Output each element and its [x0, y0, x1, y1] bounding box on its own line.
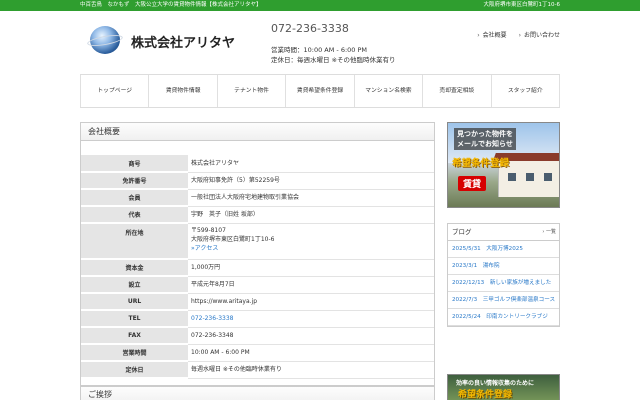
table-row: 設立 平成元年8月7日	[81, 276, 434, 294]
company-table: 商号 株式会社アリタヤ 免許番号 大阪府知事免許（5）第52259号 会員 一般社団法…	[81, 155, 434, 379]
greeting-title: ご挨拶	[80, 386, 435, 400]
company-box: 会社概要 商号 株式会社アリタヤ 免許番号 大阪府知事免許（5）第52259号 会員…	[80, 122, 435, 386]
table-row: FAX 072-236-3348	[81, 327, 434, 345]
tel-link[interactable]: 072-236-3338	[191, 315, 234, 322]
table-row: 資本金 1,000万円	[81, 259, 434, 277]
banner-tag: 賃貸	[458, 176, 487, 191]
register-banner-2[interactable]: 効率の良い情報収集のために 希望条件登録	[447, 374, 560, 400]
nav-register[interactable]: 賃貸希望条件登録	[286, 75, 355, 107]
table-row: URL https://www.aritaya.jp	[81, 293, 434, 311]
holiday: 定休日：毎週水曜日 ※その他臨時休業有り	[271, 56, 396, 64]
nav-sale[interactable]: 売却査定相談	[423, 75, 492, 107]
blog-widget: ブログ › 一覧 2025/5/31 大阪万博2025 2023/3/1 湯布院…	[447, 223, 560, 327]
company-link[interactable]: › 会社概要	[477, 32, 506, 39]
section-title: 会社概要	[81, 123, 434, 141]
table-row: 営業時間 10:00 AM - 6:00 PM	[81, 344, 434, 362]
access-link[interactable]: »アクセス	[191, 245, 218, 252]
nav-rental[interactable]: 賃貸物件情報	[149, 75, 218, 107]
nav-tenant[interactable]: テナント物件	[218, 75, 287, 107]
header-hours: 営業時間：10:00 AM - 6:00 PM 定休日：毎週水曜日 ※その他臨時…	[271, 45, 396, 65]
blog-title: ブログ	[452, 228, 472, 236]
nav-staff[interactable]: スタッフ紹介	[492, 75, 560, 107]
list-item[interactable]: 2022/12/13 新しい家族が増えました	[448, 275, 559, 292]
business-hours: 営業時間：10:00 AM - 6:00 PM	[271, 46, 368, 54]
contact-link[interactable]: › お問い合わせ	[519, 32, 560, 39]
header-tel[interactable]: 072-236-3338	[271, 22, 349, 35]
table-row: 代表 宇野 英子（旧姓 坂部）	[81, 206, 434, 224]
postal-code: 〒599-8107	[191, 226, 226, 234]
global-nav: トップページ 賃貸物件情報 テナント物件 賃貸希望条件登録 マンション名検索 売…	[80, 74, 560, 108]
chevron-right-icon: ›	[477, 32, 480, 39]
company-name[interactable]: 株式会社アリタヤ	[131, 32, 235, 51]
sidebar: 見つかった物件を メールでお知らせ 希望条件登録 賃貸	[447, 122, 560, 208]
logo-icon[interactable]	[86, 26, 124, 54]
list-item[interactable]: 2022/7/3 三甲ゴルフ倶楽部温泉コース	[448, 292, 559, 309]
table-row: 会員 一般社団法人大阪府宅地建物取引業協会	[81, 189, 434, 207]
main-content: 会社概要 商号 株式会社アリタヤ 免許番号 大阪府知事免許（5）第52259号 会員…	[80, 122, 435, 386]
table-row: TEL 072-236-3338	[81, 310, 434, 328]
header-links: › 会社概要 › お問い合わせ	[467, 30, 560, 39]
table-row: 免許番号 大阪府知事免許（5）第52259号	[81, 172, 434, 190]
top-bar: 中百舌鳥 なかもず 大阪公立大学の賃貸物件情報【株式会社アリタヤ】 大阪府堺市東…	[0, 0, 640, 11]
list-item[interactable]: 2022/5/24 印南カントリークラブジ	[448, 309, 559, 326]
chevron-right-icon: ›	[518, 32, 521, 39]
site-tagline: 中百舌鳥 なかもず 大阪公立大学の賃貸物件情報【株式会社アリタヤ】	[80, 2, 262, 8]
banner-heading: 希望条件登録	[452, 158, 510, 169]
register-banner[interactable]: 見つかった物件を メールでお知らせ 希望条件登録 賃貸	[447, 122, 560, 208]
address: 大阪府堺市東区白鷺町1丁10-6	[191, 235, 275, 243]
nav-top[interactable]: トップページ	[80, 75, 150, 107]
banner2-heading: 希望条件登録	[458, 390, 513, 400]
banner2-text: 効率の良い情報収集のために	[456, 380, 535, 387]
blog-more-link[interactable]: › 一覧	[542, 224, 556, 240]
list-item[interactable]: 2025/5/31 大阪万博2025	[448, 241, 559, 258]
table-row: 定休日 毎週水曜日 ※その他臨時休業有り	[81, 361, 434, 379]
top-address: 大阪府堺市東区白鷺町1丁10-6	[483, 2, 560, 8]
table-row: 商号 株式会社アリタヤ	[81, 155, 434, 173]
banner-text: 見つかった物件を メールでお知らせ	[454, 128, 516, 150]
table-row: 所在地 〒599-8107 大阪府堺市東区白鷺町1丁10-6 »アクセス	[81, 223, 434, 260]
list-item[interactable]: 2023/3/1 湯布院	[448, 258, 559, 275]
nav-mansion-search[interactable]: マンション名検索	[355, 75, 424, 107]
